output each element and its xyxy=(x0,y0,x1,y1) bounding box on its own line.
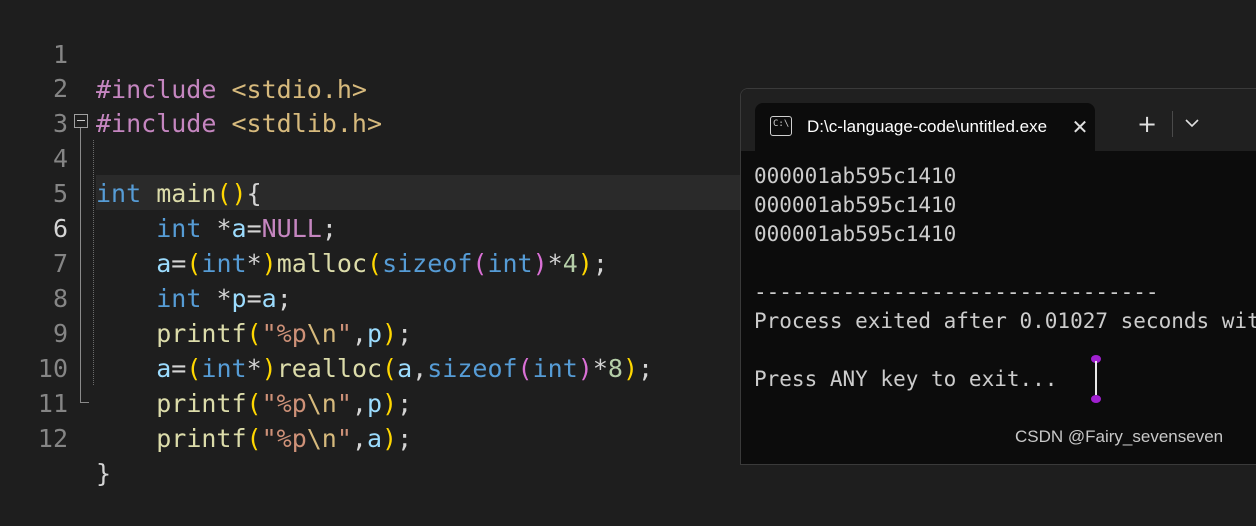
tab-title: D:\c-language-code\untitled.exe xyxy=(807,117,1048,136)
plus-icon[interactable]: + xyxy=(1133,109,1161,139)
code-text: printf("%p\n",a); xyxy=(156,424,413,453)
line-number: 12 xyxy=(37,424,68,453)
code-line-2[interactable]: 2 #include <stdlib.h> xyxy=(0,36,1256,138)
code-text: } xyxy=(96,459,112,488)
terminal-tab-bar: C:\ D:\c-language-code\untitled.exe ✕ + xyxy=(741,89,1256,151)
terminal-output-line: Process exited after 0.01027 seconds wit… xyxy=(754,309,1256,333)
terminal-prompt-line: Press ANY key to exit... xyxy=(754,367,1058,391)
terminal-tab[interactable]: C:\ D:\c-language-code\untitled.exe ✕ xyxy=(755,103,1095,151)
close-icon[interactable]: ✕ xyxy=(1068,113,1092,141)
terminal-window[interactable]: C:\ D:\c-language-code\untitled.exe ✕ + … xyxy=(740,88,1256,465)
terminal-output-line: 000001ab595c1410 xyxy=(754,164,957,188)
code-line-1[interactable]: 1 #include <stdio.h> xyxy=(0,2,1256,104)
terminal-output-line: 000001ab595c1410 xyxy=(754,222,957,246)
tab-separator xyxy=(1172,111,1173,137)
terminal-separator-line: -------------------------------- xyxy=(754,280,1159,304)
terminal-output-line: 000001ab595c1410 xyxy=(754,193,957,217)
terminal-icon: C:\ xyxy=(770,116,792,136)
chevron-down-icon[interactable] xyxy=(1179,109,1205,139)
text-cursor-icon xyxy=(1090,355,1102,403)
watermark: CSDN @Fairy_sevenseven xyxy=(1015,427,1224,446)
